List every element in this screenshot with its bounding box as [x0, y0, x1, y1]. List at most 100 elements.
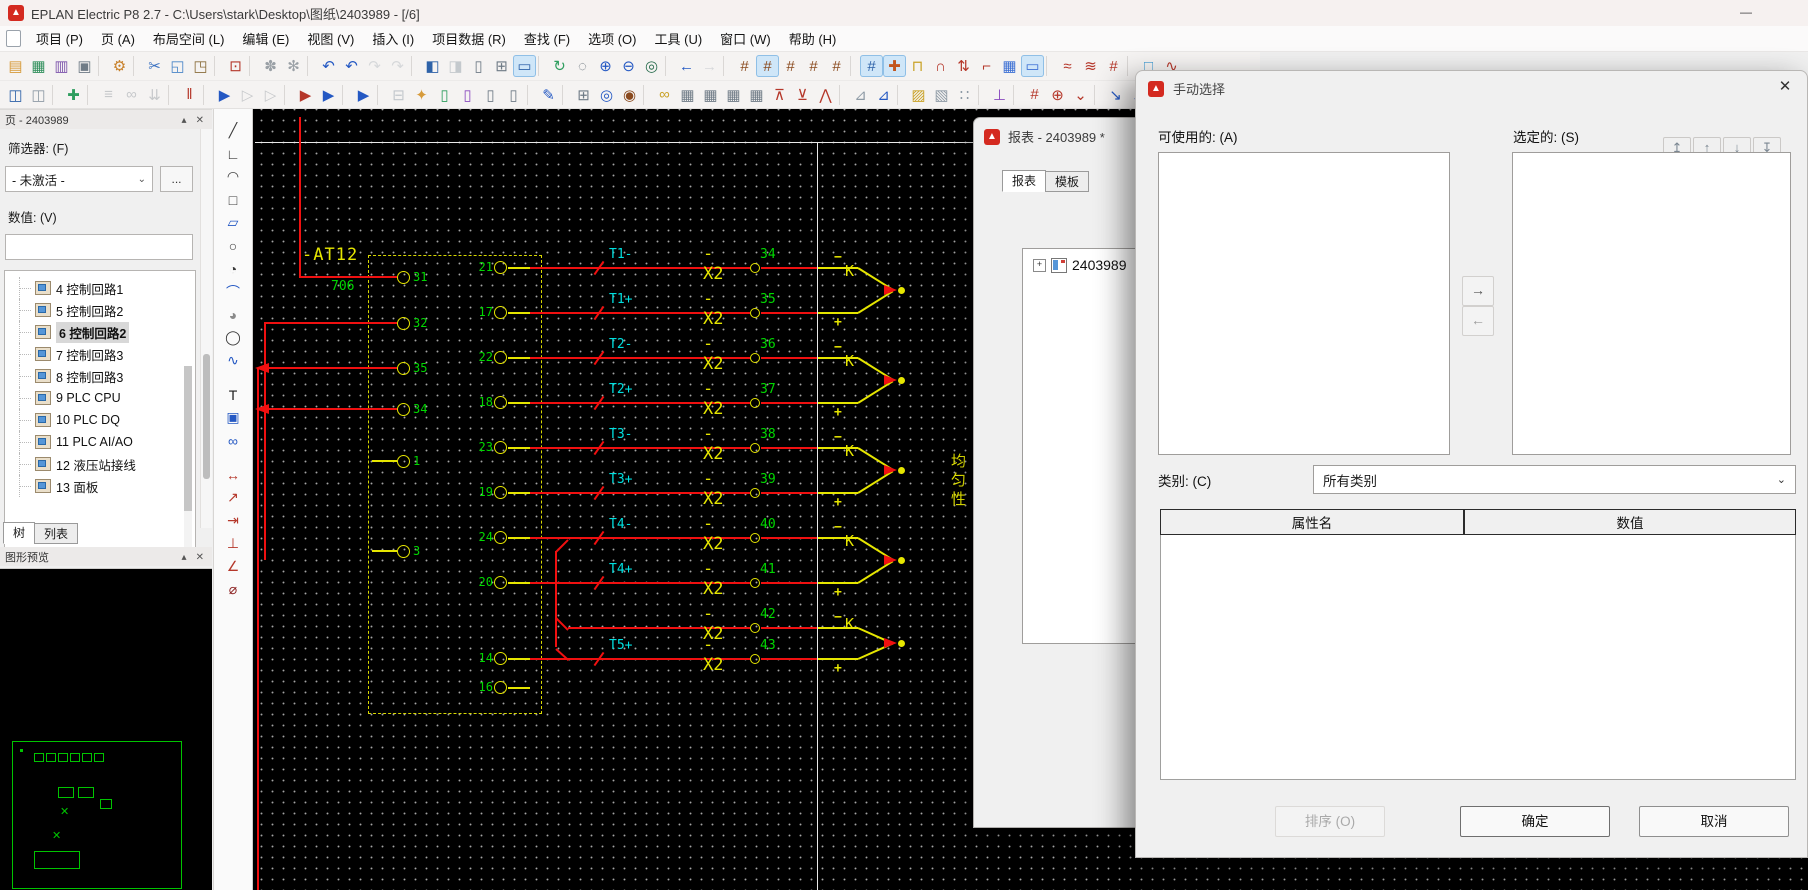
window-macro-icon[interactable]: ▯ [456, 84, 479, 106]
paste-icon[interactable]: ◳ [189, 55, 212, 77]
multi-connection-icon[interactable]: ⋀ [814, 84, 837, 106]
expand-icon[interactable]: + [1033, 259, 1046, 272]
tree-item[interactable]: 12 液压站接线 [5, 453, 195, 475]
filter-table1-icon[interactable]: ▦ [676, 84, 699, 106]
draw-circle-icon[interactable]: ○ [220, 235, 246, 256]
area-hatch-icon[interactable]: ▧ [930, 84, 953, 106]
refresh-icon[interactable]: ↻ [548, 55, 571, 77]
snap-to-grid-icon[interactable]: ✚ [883, 55, 906, 77]
ground-symbol-icon[interactable]: ⊥ [988, 84, 1011, 106]
error-flag-icon[interactable]: ▶ [294, 84, 317, 106]
toolbar-separator[interactable] [214, 56, 222, 76]
dim-linear-icon[interactable]: ↔ [220, 464, 246, 485]
toolbar-separator[interactable] [1127, 56, 1135, 76]
grid-a-icon[interactable]: # [733, 55, 756, 77]
format-brush-apply-icon[interactable]: ✻ [282, 55, 305, 77]
new-window-icon[interactable]: ▯ [467, 55, 490, 77]
new-page-icon[interactable]: ▤ [4, 55, 27, 77]
tree-item[interactable]: 6 控制回路2 [5, 321, 195, 343]
page-properties-icon[interactable]: ▥ [50, 55, 73, 77]
toolbar-separator[interactable] [411, 56, 419, 76]
toolbar-separator[interactable] [307, 56, 315, 76]
sort-terminals-down-icon[interactable]: ⊻ [791, 84, 814, 106]
k-arrow1-icon[interactable]: ↘ [1104, 84, 1127, 106]
window-arrange-icon[interactable]: ◨ [444, 55, 467, 77]
toolbar-separator[interactable] [52, 85, 60, 105]
panel-close-icon[interactable]: ✕ [193, 552, 207, 563]
toolbar-separator[interactable] [133, 56, 141, 76]
connection-wave2-icon[interactable]: ≋ [1079, 55, 1102, 77]
toolbar-separator[interactable] [377, 85, 385, 105]
dim-aligned-icon[interactable]: ↗ [220, 487, 246, 508]
draw-line-icon[interactable]: ╱ [220, 120, 246, 141]
dim-continued-icon[interactable]: ⇥ [220, 510, 246, 531]
zoom-lens-icon[interactable]: ◌ [571, 55, 594, 77]
tree-item[interactable]: 9 PLC CPU [5, 387, 195, 409]
window-split-icon[interactable]: ◧ [421, 55, 444, 77]
panel-collapse-icon[interactable]: ▴ [179, 115, 190, 126]
toolbar-separator[interactable] [168, 85, 176, 105]
menu-item[interactable]: 工具 (U) [646, 26, 712, 51]
toolbar-separator[interactable] [978, 85, 986, 105]
marquee-select-icon[interactable]: ⊡ [224, 55, 247, 77]
ruler-icon[interactable]: ▭ [1021, 55, 1044, 77]
category-dropdown[interactable]: 所有类别 ⌄ [1313, 465, 1796, 494]
zoom-in-icon[interactable]: ⊕ [594, 55, 617, 77]
connection-net-icon[interactable]: # [1102, 55, 1125, 77]
selected-listbox[interactable] [1512, 152, 1791, 455]
dim-baseline-icon[interactable]: ⊥ [220, 533, 246, 554]
toolbar-separator[interactable] [1094, 85, 1102, 105]
panel-scrollbar[interactable] [200, 129, 212, 528]
new-device-icon[interactable]: ✦ [410, 84, 433, 106]
insert-symbol-icon[interactable]: ✚ [62, 84, 85, 106]
cable-assign-icon[interactable]: ⊿ [849, 84, 872, 106]
toolbar-separator[interactable] [203, 85, 211, 105]
filter-browse-button[interactable]: ... [160, 166, 193, 192]
grid-b-icon[interactable]: # [756, 55, 779, 77]
device-navigator-icon[interactable]: ⊟ [387, 84, 410, 106]
zoom-out-icon[interactable]: ⊖ [617, 55, 640, 77]
filter-table4-icon[interactable]: ▦ [745, 84, 768, 106]
tree-item[interactable]: 4 控制回路1 [5, 277, 195, 299]
toolbar-separator[interactable] [1013, 85, 1021, 105]
cut-icon[interactable]: ✂ [143, 55, 166, 77]
center-anchor-icon[interactable]: ⊕ [1046, 84, 1069, 106]
connection-lines-icon[interactable]: ‖ [178, 84, 201, 106]
insert-table-icon[interactable]: ⊞ [490, 55, 513, 77]
page-macro-icon[interactable]: ▯ [433, 84, 456, 106]
toolbar-separator[interactable] [643, 85, 651, 105]
close-icon[interactable]: ✕ [1771, 76, 1799, 98]
toolbar-separator[interactable] [87, 85, 95, 105]
zoom-window-icon[interactable]: ◎ [640, 55, 663, 77]
cable-auto-icon[interactable]: ⊿ [872, 84, 895, 106]
tree-item[interactable]: 7 控制回路3 [5, 343, 195, 365]
route-connection-icon[interactable]: ⌐ [975, 55, 998, 77]
menu-item[interactable]: 视图 (V) [298, 26, 363, 51]
connection-wave1-icon[interactable]: ≈ [1056, 55, 1079, 77]
magnet-icon[interactable]: ∩ [929, 55, 952, 77]
move-updown-icon[interactable]: ⇅ [952, 55, 975, 77]
value-calc-icon[interactable]: ▦ [998, 55, 1021, 77]
tab-templates[interactable]: 模板 [1045, 171, 1089, 192]
grid-e-icon[interactable]: # [825, 55, 848, 77]
tab-list[interactable]: 列表 [34, 523, 78, 544]
tree-item[interactable]: 13 面板 [5, 475, 195, 497]
toolbar-separator[interactable] [1046, 56, 1054, 76]
edit-properties-icon[interactable]: ✎ [537, 84, 560, 106]
draw-sector-icon[interactable]: ◕ [220, 304, 246, 325]
insert-text-icon[interactable]: T [220, 384, 246, 405]
goto-graphic-icon[interactable]: ◎ [595, 84, 618, 106]
workbook-view-icon[interactable]: ▭ [513, 55, 536, 77]
undo-list-icon[interactable]: ↶ [340, 55, 363, 77]
transfer-left-button[interactable]: ← [1462, 306, 1494, 336]
redo-list-icon[interactable]: ↷ [386, 55, 409, 77]
toolbar-separator[interactable] [527, 85, 535, 105]
numbering-icon[interactable]: ≡ [97, 84, 120, 106]
menu-item[interactable]: 插入 (I) [363, 26, 423, 51]
area-fill-icon[interactable]: ▨ [907, 84, 930, 106]
draw-ellipse-icon[interactable]: ◯ [220, 327, 246, 348]
grid-display-icon[interactable]: # [860, 55, 883, 77]
insert-image-icon[interactable]: ▣ [220, 407, 246, 428]
draw-toolbar-separator[interactable] [220, 373, 246, 382]
column-property-name[interactable]: 属性名 [1161, 510, 1465, 534]
